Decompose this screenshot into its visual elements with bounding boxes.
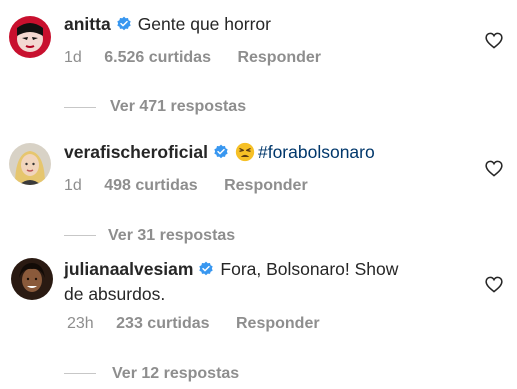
likes-count[interactable]: 233 curtidas <box>116 315 209 332</box>
comment-meta: 1d 6.526 curtidas Responder <box>64 48 321 68</box>
view-replies-button[interactable]: Ver 12 respostas <box>112 364 239 384</box>
view-replies-button[interactable]: Ver 471 respostas <box>110 97 246 117</box>
comment-meta: 23h 233 curtidas Responder <box>67 314 320 334</box>
view-replies-button[interactable]: Ver 31 respostas <box>108 226 235 246</box>
verified-badge-icon <box>116 16 132 32</box>
avatar-julianaalvesiam[interactable] <box>11 258 53 300</box>
username[interactable]: verafischeroficial <box>64 142 208 162</box>
reply-button[interactable]: Responder <box>224 177 308 194</box>
replies-divider <box>64 107 96 108</box>
username[interactable]: julianaalvesiam <box>64 259 193 279</box>
heart-outline-icon[interactable] <box>485 276 503 293</box>
comment-meta: 1d 498 curtidas Responder <box>64 176 308 196</box>
verified-badge-icon <box>213 144 229 160</box>
reply-button[interactable]: Responder <box>236 315 320 332</box>
comment-text-line: anitta Gente que horror <box>64 11 271 38</box>
username[interactable]: anitta <box>64 14 111 34</box>
comment-text: Fora, Bolsonaro! Show <box>220 259 399 279</box>
avatar-anitta[interactable] <box>9 16 51 58</box>
likes-count[interactable]: 498 curtidas <box>104 177 197 194</box>
avatar-verafischeroficial[interactable] <box>9 143 51 185</box>
reply-button[interactable]: Responder <box>237 49 321 66</box>
tired-face-emoji <box>235 142 255 162</box>
hashtag-link[interactable]: #forabolsonaro <box>258 142 375 162</box>
comment-text-line: julianaalvesiam Fora, Bolsonaro! Show <box>64 256 398 283</box>
heart-outline-icon[interactable] <box>485 32 503 49</box>
comment-text: Gente que horror <box>137 14 271 34</box>
comment-text-line: verafischeroficial #forabolsonaro <box>64 139 375 166</box>
comment-time: 1d <box>64 177 82 194</box>
replies-divider <box>64 235 96 236</box>
comment-time: 1d <box>64 49 82 66</box>
replies-divider <box>64 373 96 374</box>
comment-time: 23h <box>67 315 94 332</box>
comment-text: de absurdos. <box>64 284 166 304</box>
comment-text-line-2: de absurdos. <box>64 281 165 308</box>
likes-count[interactable]: 6.526 curtidas <box>104 49 211 66</box>
heart-outline-icon[interactable] <box>485 160 503 177</box>
verified-badge-icon <box>198 261 214 277</box>
